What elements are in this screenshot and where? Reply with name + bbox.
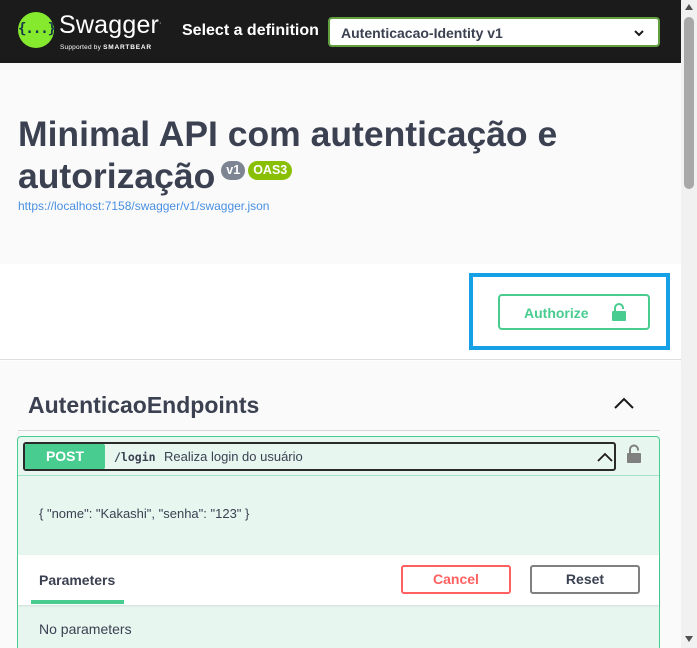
- unlocked-lock-icon[interactable]: [627, 444, 641, 463]
- summary-divider: [18, 475, 659, 476]
- chevron-up-icon[interactable]: [614, 396, 634, 410]
- tab-parameters[interactable]: Parameters: [39, 572, 115, 588]
- authorize-button[interactable]: Authorize: [498, 294, 650, 330]
- method-badge: POST: [25, 444, 105, 469]
- active-tab-underline: [31, 600, 124, 604]
- topbar: {...} Swagger. Supported by SMARTBEAR Se…: [0, 0, 681, 63]
- reset-button[interactable]: Reset: [530, 565, 640, 594]
- scroll-down-arrow-icon[interactable]: [685, 636, 693, 642]
- operation-block: POST /login Realiza login do usuário { "…: [17, 436, 660, 648]
- page-title: Minimal API com autenticação e autorizaç…: [18, 113, 638, 197]
- info-section: Minimal API com autenticação e autorizaç…: [0, 63, 681, 264]
- brand-sub-name: SMARTBEAR: [103, 44, 152, 51]
- scrollbar-thumb[interactable]: [684, 17, 694, 189]
- spec-url-link[interactable]: https://localhost:7158/swagger/v1/swagge…: [18, 199, 269, 213]
- definition-select-value: Autenticacao-Identity v1: [341, 25, 503, 41]
- page-title-text: Minimal API com autenticação e autorizaç…: [18, 114, 558, 196]
- oas-badge: OAS3: [248, 161, 293, 180]
- swagger-logo-icon[interactable]: {...}: [18, 12, 56, 48]
- brand-sub-prefix: Supported by: [60, 44, 102, 51]
- tag-header[interactable]: AutenticaoEndpoints: [18, 361, 660, 431]
- no-parameters-text: No parameters: [39, 621, 132, 637]
- select-definition-label: Select a definition: [182, 22, 319, 39]
- operations-section: AutenticaoEndpoints POST /login Realiza …: [0, 361, 681, 648]
- vertical-scrollbar[interactable]: [681, 0, 697, 648]
- operation-path: /login: [114, 450, 156, 464]
- tag-title: AutenticaoEndpoints: [28, 392, 260, 418]
- chevron-up-icon[interactable]: [597, 452, 613, 462]
- brand-name[interactable]: Swagger.: [59, 11, 162, 40]
- operation-description: { "nome": "Kakashi", "senha": "123" }: [39, 506, 250, 521]
- unlocked-lock-icon: [612, 303, 626, 321]
- version-badge: v1: [221, 161, 246, 180]
- chevron-down-icon: [634, 30, 644, 37]
- operation-summary[interactable]: POST /login Realiza login do usuário: [23, 442, 616, 471]
- authorize-label: Authorize: [524, 305, 589, 321]
- brand-tm: .: [159, 16, 162, 26]
- scheme-container: Authorize: [0, 264, 681, 360]
- parameters-header: Parameters Cancel Reset: [18, 555, 659, 605]
- brand-name-text: Swagger: [59, 11, 160, 39]
- scroll-up-arrow-icon[interactable]: [685, 4, 693, 10]
- brand-subtitle: Supported by SMARTBEAR: [60, 44, 152, 51]
- definition-select[interactable]: Autenticacao-Identity v1: [328, 17, 660, 47]
- logo-glyph: {...}: [18, 21, 56, 37]
- operation-summary-text: Realiza login do usuário: [164, 449, 303, 464]
- cancel-button[interactable]: Cancel: [401, 565, 511, 594]
